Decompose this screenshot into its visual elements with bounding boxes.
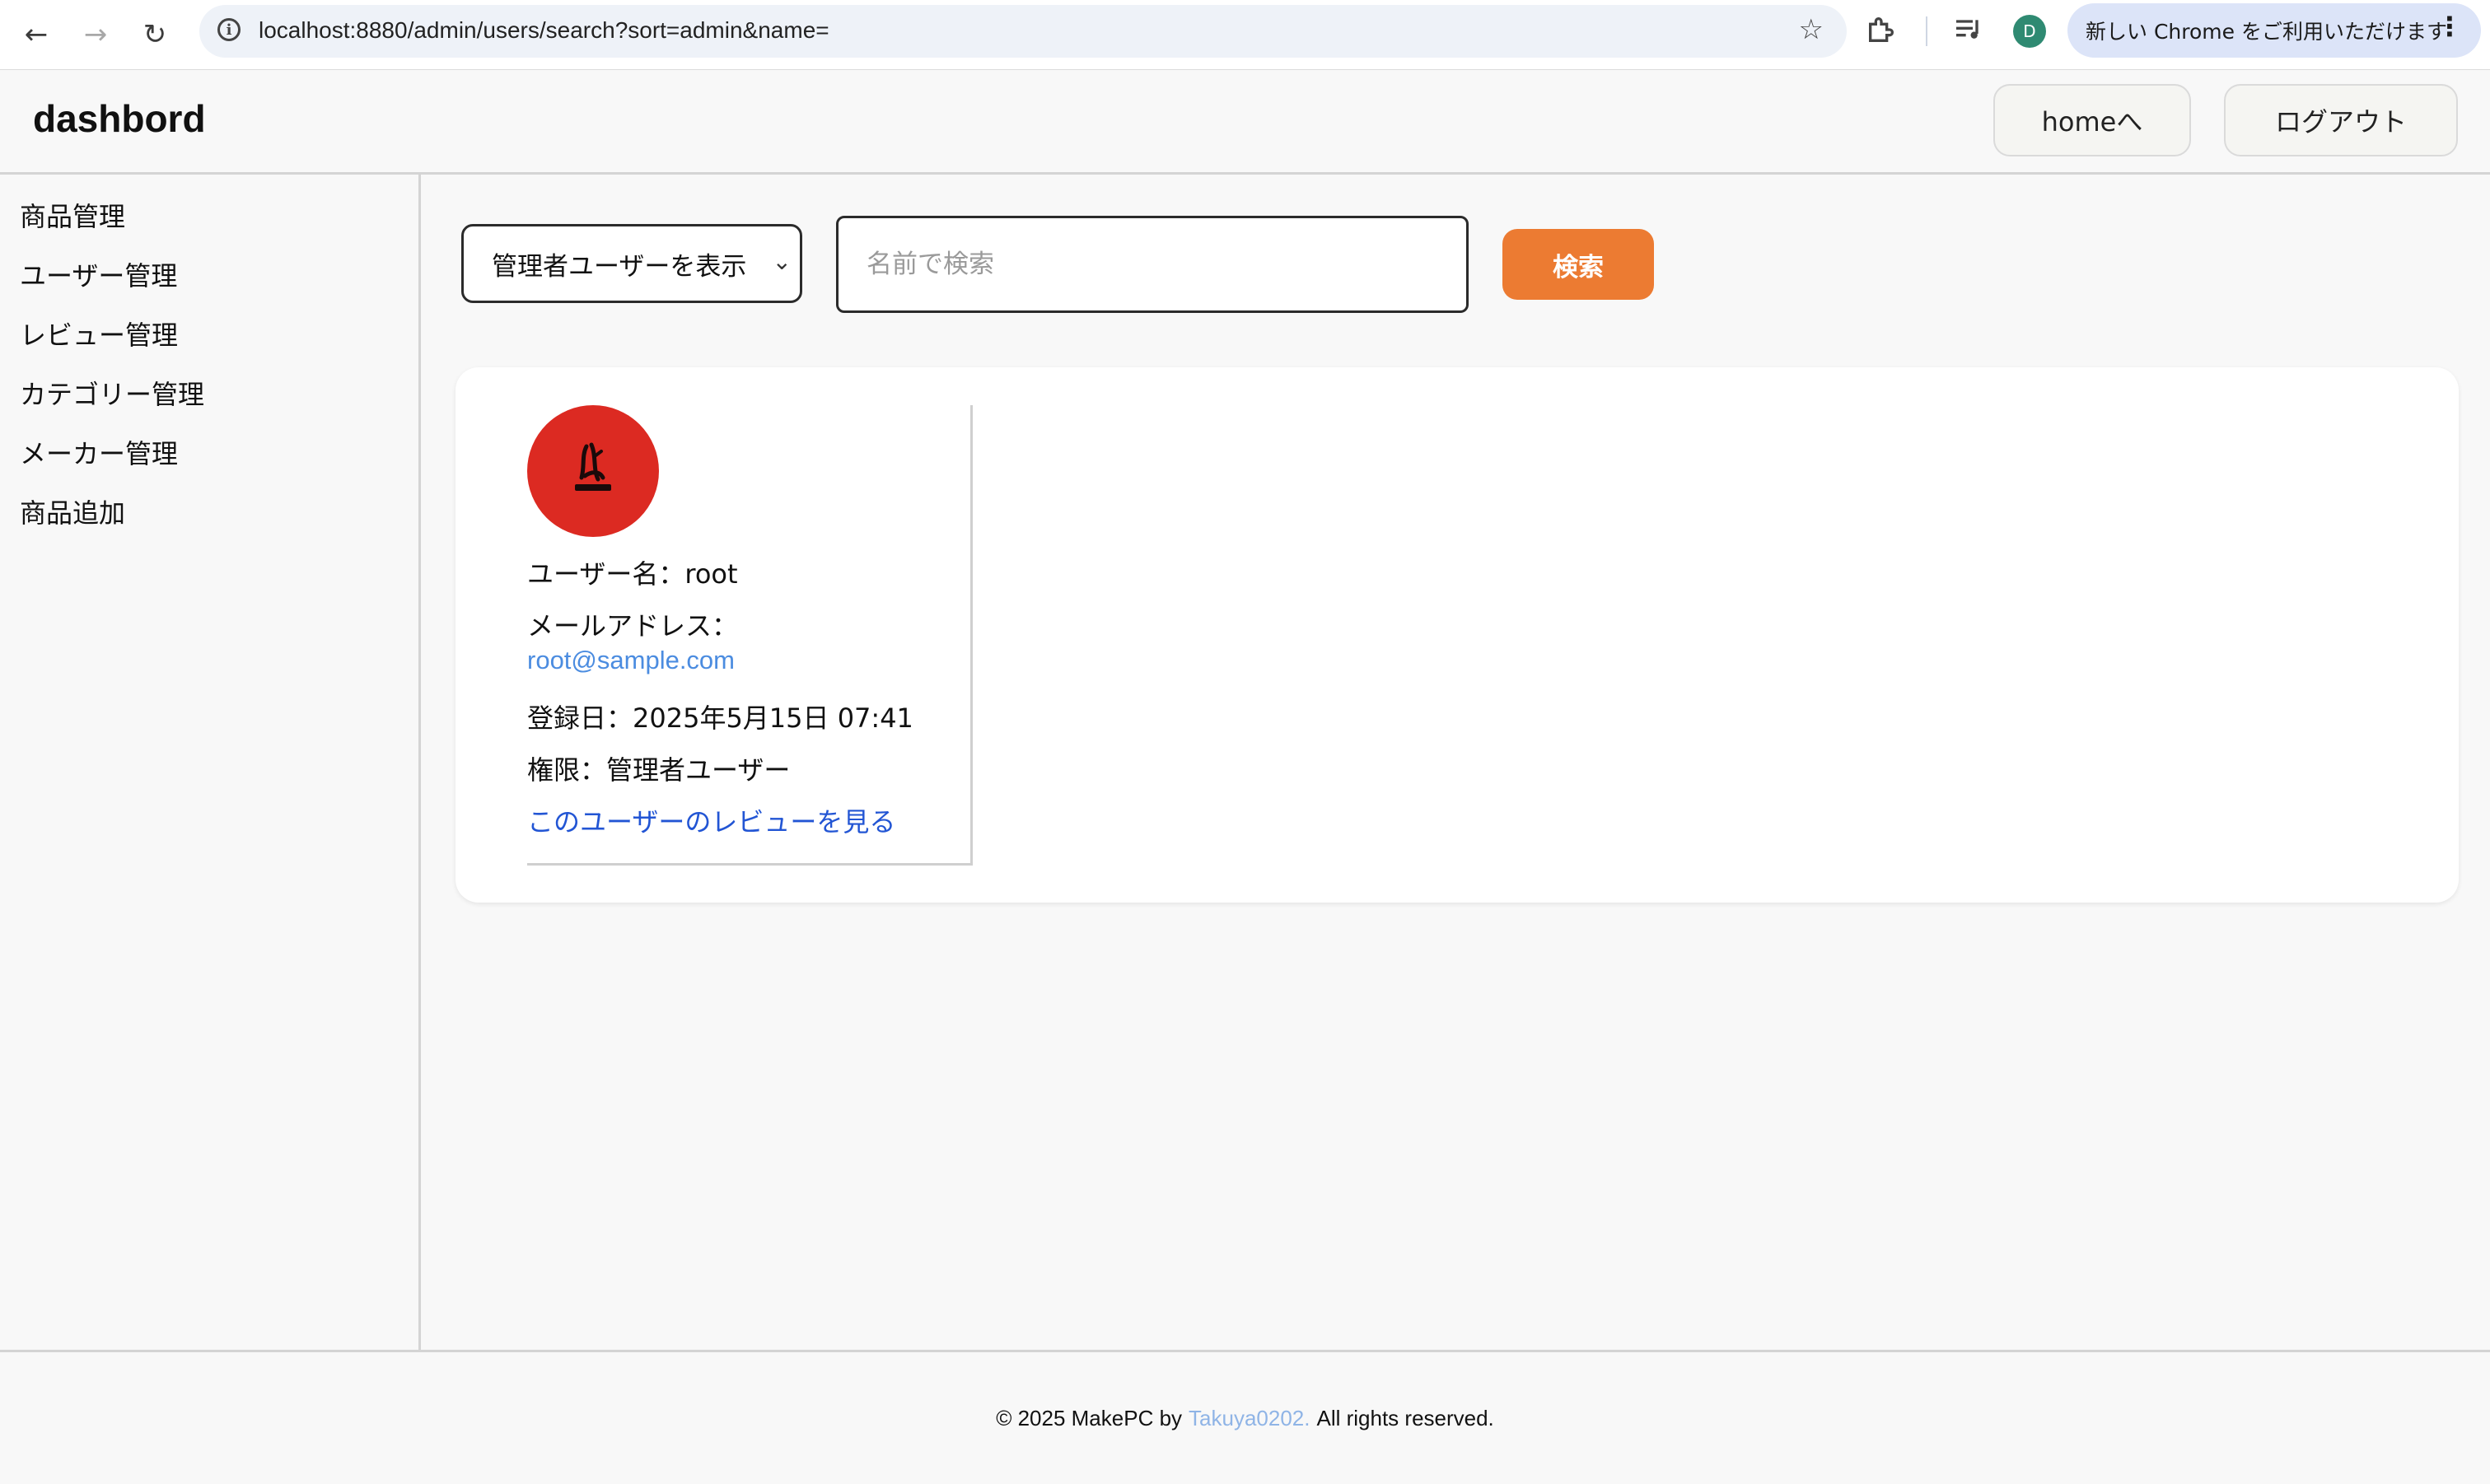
sidebar: 商品管理 ユーザー管理 レビュー管理 カテゴリー管理 メーカー管理 商品追加 <box>0 175 421 1350</box>
sidebar-item-makers[interactable]: メーカー管理 <box>20 433 178 471</box>
address-url[interactable]: localhost:8880/admin/users/search?sort=a… <box>259 17 829 44</box>
avatar-logo-icon <box>575 442 611 491</box>
address-bar[interactable]: i localhost:8880/admin/users/search?sort… <box>199 5 1847 58</box>
footer-author-link[interactable]: Takuya0202. <box>1189 1406 1310 1431</box>
user-registered-date: 登録日：2025年5月15日 07:41 <box>527 702 913 734</box>
browser-toolbar: ← → ↻ i localhost:8880/admin/users/searc… <box>0 0 2490 70</box>
chevron-down-icon: ⌄ <box>772 248 792 275</box>
forward-icon[interactable]: → <box>72 12 119 58</box>
more-menu-icon[interactable]: ⋮ <box>2436 13 2463 40</box>
footer-rights: All rights reserved. <box>1316 1405 1494 1430</box>
search-button[interactable]: 検索 <box>1502 229 1654 300</box>
site-info-icon[interactable]: i <box>217 18 241 41</box>
profile-avatar[interactable]: D <box>2013 15 2046 48</box>
user-filter-select[interactable]: 管理者ユーザーを表示 ⌄ <box>461 224 802 303</box>
back-icon[interactable]: ← <box>13 12 59 58</box>
reload-icon[interactable]: ↻ <box>132 12 178 58</box>
user-email-label: メールアドレス： <box>527 610 739 642</box>
avatar <box>527 405 659 537</box>
media-controls-icon[interactable] <box>1952 13 1985 46</box>
results-panel: ユーザー名：root メールアドレス： root@sample.com 登録日：… <box>455 367 2459 903</box>
home-button[interactable]: homeへ <box>1993 84 2191 156</box>
footer-copyright: © 2025 MakePC by <box>996 1405 1183 1430</box>
sidebar-item-products[interactable]: 商品管理 <box>20 196 125 234</box>
user-name: ユーザー名：root <box>527 558 738 590</box>
logout-button[interactable]: ログアウト <box>2224 84 2458 156</box>
footer: © 2025 MakePC by Takuya0202. All rights … <box>0 1350 2490 1484</box>
sidebar-item-users[interactable]: ユーザー管理 <box>20 255 177 293</box>
name-search-input[interactable] <box>836 216 1469 313</box>
extensions-icon[interactable] <box>1865 13 1898 46</box>
user-role: 権限：管理者ユーザー <box>527 754 791 786</box>
toolbar-divider <box>1926 16 1927 46</box>
sidebar-item-categories[interactable]: カテゴリー管理 <box>20 374 204 412</box>
brand-title: dashbord <box>33 97 206 140</box>
user-card: ユーザー名：root メールアドレス： root@sample.com 登録日：… <box>527 405 973 866</box>
app-header: dashbord homeへ ログアウト <box>0 70 2490 175</box>
user-email[interactable]: root@sample.com <box>527 646 735 675</box>
user-reviews-link[interactable]: このユーザーのレビューを見る <box>527 801 895 839</box>
sidebar-item-add-product[interactable]: 商品追加 <box>20 492 125 530</box>
bookmark-star-icon[interactable]: ☆ <box>1799 13 1824 46</box>
chrome-update-button[interactable]: 新しい Chrome をご利用いただけます ⋮ <box>2067 3 2481 58</box>
chrome-update-label: 新しい Chrome をご利用いただけます <box>2086 20 2447 44</box>
user-filter-value: 管理者ユーザーを表示 <box>492 251 747 282</box>
sidebar-item-reviews[interactable]: レビュー管理 <box>20 315 178 352</box>
